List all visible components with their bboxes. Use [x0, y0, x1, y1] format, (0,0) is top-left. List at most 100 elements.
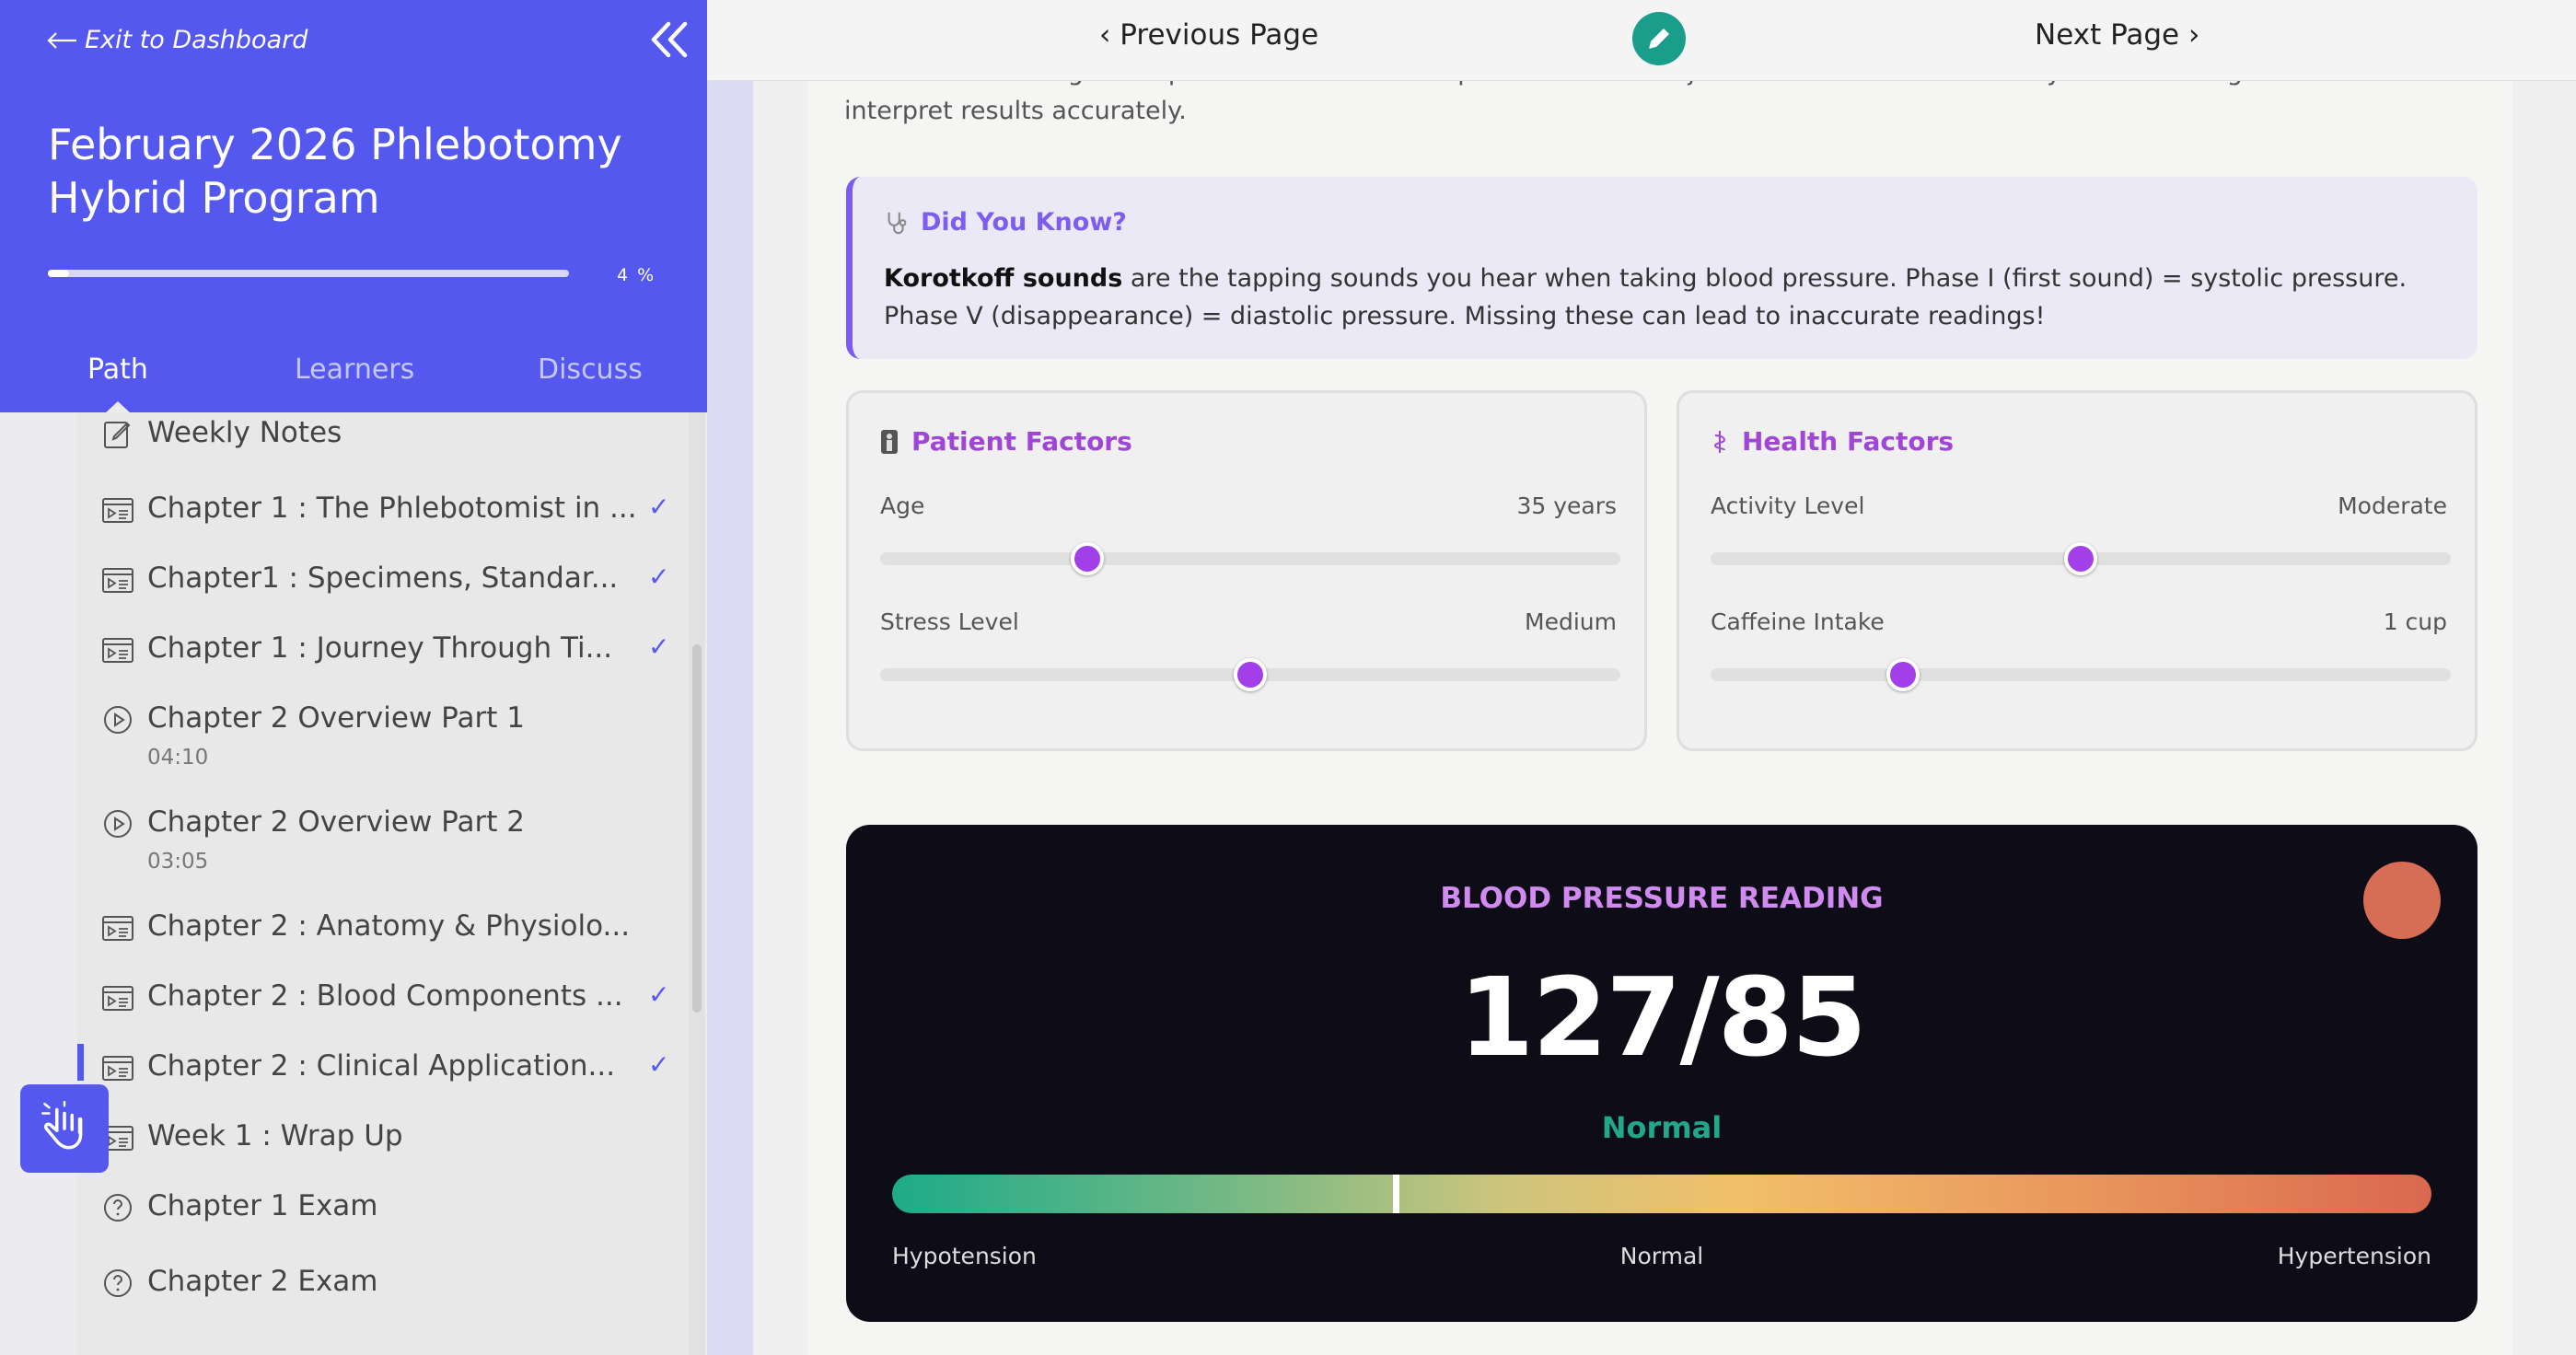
question-circle-icon [101, 1267, 134, 1300]
patient-factors-title: Patient Factors [911, 426, 1132, 457]
tab-learners[interactable]: Learners [295, 353, 414, 386]
course-progress-label: 4 % [617, 265, 656, 285]
next-page-label: Next Page [2035, 18, 2180, 52]
activity-level-slider[interactable] [1711, 542, 2451, 575]
next-page-button[interactable]: Next Page › [2035, 18, 2199, 52]
course-progress-bar [48, 270, 569, 277]
caffeine-intake-value: 1 cup [2383, 608, 2447, 635]
hand-pointer-icon [41, 1100, 83, 1150]
play-circle-icon [101, 807, 134, 840]
lesson-title: Chapter 2 : Blood Components ... [147, 979, 623, 1013]
lesson-item[interactable]: Weekly Notes [101, 416, 672, 451]
interactive-lesson-icon [101, 493, 134, 527]
completed-check-icon: ✓ [648, 979, 670, 1010]
accessibility-hand-button[interactable] [20, 1084, 109, 1173]
double-chevron-left-icon [651, 21, 688, 58]
completed-check-icon: ✓ [648, 492, 670, 522]
sidebar-header: Exit to Dashboard February 2026 Phleboto… [0, 0, 707, 413]
reading-status-indicator [2363, 862, 2441, 939]
tab-discuss[interactable]: Discuss [538, 353, 643, 386]
lesson-text: Week 1 : Wrap Up [147, 1119, 403, 1152]
blood-pressure-reading-panel: BLOOD PRESSURE READING 127/85 Normal Hyp… [846, 825, 2477, 1322]
lesson-title: Chapter 2 Overview Part 1 [147, 701, 525, 735]
patient-factors-heading: Patient Factors [880, 426, 1132, 457]
lesson-title: Chapter1 : Specimens, Standar... [147, 562, 619, 595]
health-factors-card: Health Factors Activity Level Moderate C… [1677, 390, 2477, 751]
age-label: Age [880, 492, 925, 519]
interactive-lesson-icon [101, 633, 134, 666]
stress-level-slider[interactable] [880, 658, 1620, 691]
lesson-duration: 04:10 [147, 746, 209, 770]
exit-to-dashboard-link[interactable]: Exit to Dashboard [46, 26, 307, 54]
lesson-title: Week 1 : Wrap Up [147, 1119, 403, 1152]
lesson-title: Chapter 2 : Clinical Application... [147, 1049, 616, 1083]
caffeine-intake-slider-thumb[interactable] [1886, 658, 1920, 691]
previous-page-button[interactable]: ‹ Previous Page [1099, 18, 1318, 52]
lesson-text: Chapter 1 : The Phlebotomist in ... [147, 492, 637, 525]
patient-factors-card: Patient Factors Age 35 years Stress Leve… [846, 390, 1647, 751]
lesson-item[interactable]: Chapter 1 Exam [101, 1189, 672, 1224]
lesson-item[interactable]: Chapter 2 : Blood Components ... [101, 979, 672, 1014]
did-you-know-callout: Did You Know? Korotkoff sounds are the t… [846, 177, 2477, 359]
exit-label: Exit to Dashboard [85, 26, 308, 54]
collapse-sidebar-button[interactable] [648, 18, 690, 61]
lesson-text: Weekly Notes [147, 416, 342, 449]
current-lesson-indicator [77, 1044, 84, 1081]
interactive-lesson-icon [101, 911, 134, 944]
activity-level-slider-thumb[interactable] [2064, 542, 2097, 575]
edit-button[interactable] [1632, 12, 1686, 65]
reading-title: BLOOD PRESSURE READING [1440, 882, 1884, 915]
lesson-item[interactable]: Chapter 1 : The Phlebotomist in ... [101, 492, 672, 527]
medical-caduceus-icon [1713, 430, 1726, 453]
lesson-item[interactable]: Chapter 2 Overview Part 2 03:05 [101, 805, 672, 874]
lesson-title: Chapter 1 : The Phlebotomist in ... [147, 492, 637, 525]
tab-path[interactable]: Path [87, 353, 148, 386]
bp-gauge-marker [1392, 1175, 1399, 1213]
stethoscope-icon [888, 212, 907, 234]
lesson-item[interactable]: Chapter 2 Overview Part 1 04:10 [101, 701, 672, 770]
previous-page-label: Previous Page [1120, 18, 1319, 52]
health-factors-title: Health Factors [1742, 426, 1955, 457]
lesson-text: Chapter 2 : Anatomy & Physiolo... [147, 909, 630, 943]
interactive-lesson-icon [101, 1051, 134, 1084]
lesson-item[interactable]: Chapter 2 Exam [101, 1265, 672, 1300]
course-progress-fill [48, 270, 69, 277]
bp-gauge-bar [892, 1175, 2431, 1213]
notes-icon [101, 418, 134, 451]
lesson-item[interactable]: Chapter 1 : Journey Through Ti... [101, 631, 672, 666]
lesson-duration: 03:05 [147, 850, 209, 874]
stress-level-value: Medium [1525, 608, 1617, 635]
completed-check-icon: ✓ [648, 631, 670, 662]
tip-body: Korotkoff sounds are the tapping sounds … [884, 260, 2467, 335]
main-scroll-gutter [707, 0, 753, 1355]
lesson-item[interactable]: Chapter1 : Specimens, Standar... [101, 562, 672, 596]
lesson-item[interactable]: Week 1 : Wrap Up [101, 1119, 672, 1154]
gauge-label-hypertension: Hypertension [2277, 1243, 2431, 1269]
intro-text: Practice measuring blood pressure with d… [844, 81, 2414, 125]
caffeine-intake-slider[interactable] [1711, 658, 2451, 691]
caffeine-intake-label: Caffeine Intake [1711, 608, 1885, 635]
interactive-lesson-icon [101, 981, 134, 1014]
lesson-content: Practice measuring blood pressure with d… [807, 81, 2512, 1355]
age-slider[interactable] [880, 542, 1620, 575]
reading-status: Normal [1601, 1110, 1723, 1145]
completed-check-icon: ✓ [648, 562, 670, 592]
lesson-text: Chapter 2 : Blood Components ... [147, 979, 623, 1013]
lesson-title: Chapter 2 Exam [147, 1265, 378, 1298]
activity-level-value: Moderate [2338, 492, 2447, 519]
question-circle-icon [101, 1191, 134, 1224]
lesson-item[interactable]: Chapter 2 : Anatomy & Physiolo... [101, 909, 672, 944]
interactive-lesson-icon [101, 563, 134, 596]
lesson-text: Chapter 1 : Journey Through Ti... [147, 631, 612, 665]
lesson-text: Chapter1 : Specimens, Standar... [147, 562, 618, 595]
age-value: 35 years [1516, 492, 1617, 519]
age-slider-thumb[interactable] [1071, 542, 1105, 575]
health-factors-heading: Health Factors [1711, 426, 1954, 457]
person-icon [881, 429, 898, 454]
lesson-text: Chapter 2 Overview Part 1 04:10 [147, 701, 525, 770]
lesson-list-scroll-thumb[interactable] [692, 644, 702, 1013]
pencil-icon [1649, 29, 1669, 49]
lesson-item[interactable]: Chapter 2 : Clinical Application... [101, 1049, 672, 1084]
stress-level-slider-thumb[interactable] [1234, 658, 1267, 691]
gauge-label-normal: Normal [1619, 1243, 1704, 1269]
